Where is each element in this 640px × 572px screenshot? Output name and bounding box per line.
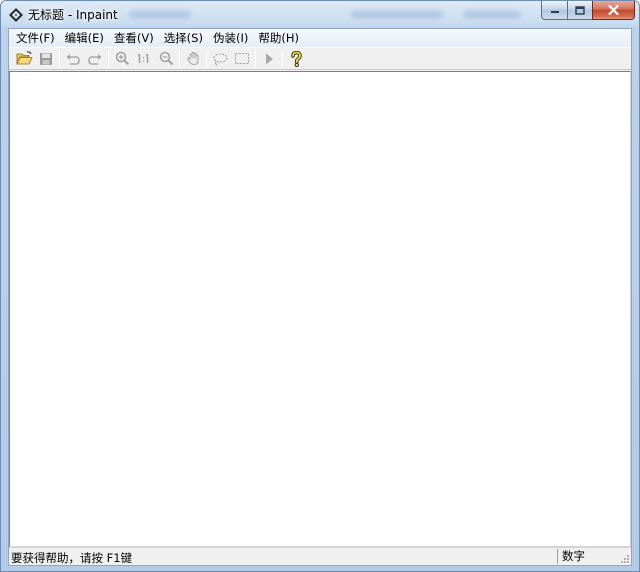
toolbar-separator <box>206 49 207 68</box>
menu-select[interactable]: 选择(S) <box>159 29 208 47</box>
blurred-title-area <box>351 10 443 19</box>
actual-size-button[interactable] <box>133 49 155 69</box>
toolbar <box>9 47 631 70</box>
zoom-in-button[interactable] <box>111 49 133 69</box>
save-icon <box>40 52 52 65</box>
minimize-button[interactable] <box>541 1 567 20</box>
open-folder-icon <box>15 51 33 65</box>
minimize-icon <box>550 11 559 13</box>
status-message: 要获得帮助，请按 F1键 <box>11 551 133 565</box>
blurred-title-area <box>129 10 191 19</box>
menu-help[interactable]: 帮助(H) <box>253 29 304 47</box>
zoom-in-icon <box>115 51 129 66</box>
actual-size-icon <box>137 53 148 63</box>
rect-select-button[interactable] <box>231 49 253 69</box>
toolbar-separator <box>282 49 283 68</box>
client-area: 文件(F) 编辑(E) 查看(V) 选择(S) 伪装(I) 帮助(H) 要获得帮… <box>8 28 632 566</box>
menu-disguise[interactable]: 伪装(I) <box>208 29 253 47</box>
undo-icon <box>66 53 80 65</box>
close-button[interactable] <box>592 1 635 20</box>
zoom-out-icon <box>159 51 173 66</box>
maximize-button[interactable] <box>567 1 592 20</box>
maximize-icon <box>575 5 585 15</box>
rect-select-icon <box>234 52 250 65</box>
close-icon <box>608 5 619 15</box>
app-window: 无标题 - Inpaint 文件(F) 编辑(E) 查看(V) 选择(S) 伪装… <box>0 0 640 572</box>
open-button[interactable] <box>13 49 35 69</box>
redo-icon <box>88 53 102 65</box>
lasso-button[interactable] <box>209 49 231 69</box>
menu-view[interactable]: 查看(V) <box>109 29 159 47</box>
help-icon <box>290 50 302 67</box>
run-button[interactable] <box>258 49 280 69</box>
save-button[interactable] <box>35 49 57 69</box>
pan-button[interactable] <box>182 49 204 69</box>
menu-edit[interactable]: 编辑(E) <box>60 29 109 47</box>
window-title: 无标题 - Inpaint <box>28 8 118 22</box>
blurred-title-area <box>463 10 521 19</box>
undo-button[interactable] <box>62 49 84 69</box>
lasso-select-icon <box>212 52 228 65</box>
run-play-icon <box>266 53 273 64</box>
image-canvas[interactable] <box>9 71 631 547</box>
caption-buttons <box>541 1 635 20</box>
toolbar-separator <box>108 49 109 68</box>
menu-file[interactable]: 文件(F) <box>11 29 60 47</box>
num-lock-indicator: 数字 <box>557 549 619 564</box>
title-bar[interactable]: 无标题 - Inpaint <box>1 1 639 28</box>
resize-grip-icon[interactable] <box>620 554 630 564</box>
help-button[interactable] <box>285 49 307 69</box>
hand-pan-icon <box>186 52 198 65</box>
status-bar: 要获得帮助，请按 F1键 数字 <box>9 547 631 565</box>
redo-button[interactable] <box>84 49 106 69</box>
toolbar-separator <box>255 49 256 68</box>
zoom-out-button[interactable] <box>155 49 177 69</box>
inpaint-app-icon[interactable] <box>8 7 24 23</box>
toolbar-separator <box>59 49 60 68</box>
menu-bar: 文件(F) 编辑(E) 查看(V) 选择(S) 伪装(I) 帮助(H) <box>9 29 631 47</box>
toolbar-separator <box>179 49 180 68</box>
